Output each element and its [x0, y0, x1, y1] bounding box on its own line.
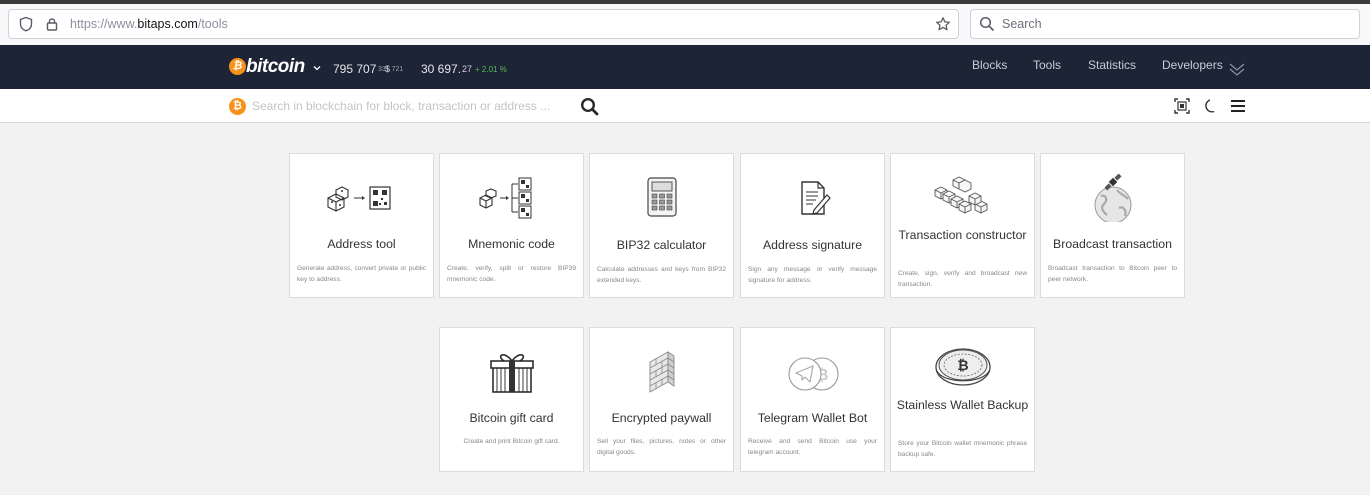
tool-title[interactable]: Stainless Wallet Backup [895, 398, 1030, 413]
calculator-icon [647, 177, 677, 217]
tool-title[interactable]: Bitcoin gift card [444, 411, 579, 426]
tool-description: Broadcast transaction to Bitcoin peer to… [1048, 265, 1177, 283]
tool-title[interactable]: Address tool [294, 237, 429, 252]
url-text[interactable]: https://www.bitaps.com/tools [70, 17, 228, 31]
tool-card-bitcoin-gift-card[interactable]: Bitcoin gift card Create and print Bitco… [439, 327, 584, 472]
btc-price[interactable]: 30 697. [421, 62, 461, 76]
nav-link-blocks[interactable]: Blocks [972, 58, 1007, 72]
tool-description: Store your Bitcoin wallet mnemonic phras… [898, 440, 1027, 458]
nav-link-tools[interactable]: Tools [1033, 58, 1061, 72]
tool-card-broadcast-transaction[interactable]: Broadcast transaction Broadcast transact… [1040, 153, 1185, 298]
qr-scan-icon[interactable] [1174, 98, 1190, 114]
bitcoin-search-logo-icon: ₿ [229, 98, 246, 115]
lock-icon[interactable] [44, 16, 60, 32]
tool-card-bip32-calculator[interactable]: BIP32 calculator Calculate addresses and… [589, 153, 734, 298]
brick-wall-icon [649, 351, 675, 393]
gift-icon [490, 354, 534, 393]
price-currency: $ [385, 64, 391, 74]
url-prefix: https://www. [70, 17, 138, 31]
tool-description: Sell your files, pictures, notes or othe… [597, 438, 726, 456]
hamburger-menu-icon[interactable] [1230, 98, 1246, 114]
double-chevron-down-icon[interactable] [1228, 60, 1246, 78]
cubes-icon [934, 176, 988, 214]
nav-link-developers[interactable]: Developers [1162, 58, 1223, 72]
browser-toolbar: https://www.bitaps.com/tools Search [0, 4, 1370, 45]
shield-icon[interactable] [18, 16, 34, 32]
telegram-bitcoin-icon: ₿ [788, 357, 839, 391]
tool-title[interactable]: Encrypted paywall [594, 411, 729, 426]
tool-title[interactable]: Broadcast transaction [1045, 237, 1180, 252]
bitcoin-logo-icon[interactable]: ₿ [229, 58, 246, 75]
bookmark-star-icon[interactable] [935, 16, 951, 32]
brand-name[interactable]: bitcoin [246, 56, 305, 78]
tool-description: Create and print Bitcoin gift card. [463, 438, 560, 445]
tool-description: Calculate addresses and keys from BIP32 … [597, 266, 726, 284]
tool-title[interactable]: Mnemonic code [444, 237, 579, 252]
tool-card-stainless-wallet-backup[interactable]: ₿ Stainless Wallet Backup Store your Bit… [890, 327, 1035, 472]
dice-qr-icon [327, 186, 391, 212]
search-icon [979, 16, 995, 32]
tool-description: Sign any message or verify message signa… [748, 266, 877, 284]
url-path: /tools [197, 17, 228, 31]
site-search-row: ₿ [0, 89, 1370, 123]
url-domain: bitaps.com [137, 17, 198, 31]
browser-search-placeholder: Search [1002, 17, 1042, 31]
document-sign-icon [801, 181, 831, 215]
btc-price-decimals: 27 [462, 64, 473, 74]
address-bar[interactable]: https://www.bitaps.com/tools [8, 9, 959, 39]
tool-description: Create, sign, verify and broadcast new t… [898, 270, 1027, 288]
nav-link-statistics[interactable]: Statistics [1088, 58, 1136, 72]
tool-title[interactable]: Telegram Wallet Bot [745, 411, 880, 426]
price-change: + 2.01 % [475, 65, 507, 74]
tool-card-address-tool[interactable]: Address tool Generate address, convert p… [289, 153, 434, 298]
svg-text:₿: ₿ [957, 357, 968, 373]
tool-card-transaction-constructor[interactable]: Transaction constructor Create, sign, ve… [890, 153, 1035, 298]
tool-title[interactable]: Address signature [745, 238, 880, 253]
site-navbar: ₿ bitcoin 795 707 331 721 $ 30 697. 27 +… [0, 45, 1370, 89]
search-icon[interactable] [580, 97, 599, 116]
satellite-globe-icon [1094, 174, 1132, 222]
chevron-down-icon[interactable] [313, 64, 321, 72]
tool-card-telegram-wallet-bot[interactable]: ₿ Telegram Wallet Bot Receive and send B… [740, 327, 885, 472]
dark-mode-moon-icon[interactable] [1203, 98, 1219, 114]
tool-card-encrypted-paywall[interactable]: Encrypted paywall Sell your files, pictu… [589, 327, 734, 472]
tool-title[interactable]: BIP32 calculator [594, 238, 729, 253]
tool-title[interactable]: Transaction constructor [895, 228, 1030, 243]
tool-card-address-signature[interactable]: Address signature Sign any message or ve… [740, 153, 885, 298]
blockchain-search-input[interactable] [252, 97, 572, 115]
tool-card-mnemonic-code[interactable]: Mnemonic code Create, verify, split or r… [439, 153, 584, 298]
tool-description: Generate address, convert private or pub… [297, 265, 426, 283]
tool-description: Receive and send Bitcoin use your telegr… [748, 438, 877, 456]
block-sub-count: 331 721 [378, 66, 404, 73]
steel-backup-icon: ₿ [935, 348, 991, 386]
tool-description: Create, verify, split or restore BIP39 m… [447, 265, 576, 283]
dice-qr-split-icon [479, 177, 532, 219]
block-height[interactable]: 795 707 [333, 62, 376, 76]
browser-search-bar[interactable]: Search [970, 9, 1360, 39]
